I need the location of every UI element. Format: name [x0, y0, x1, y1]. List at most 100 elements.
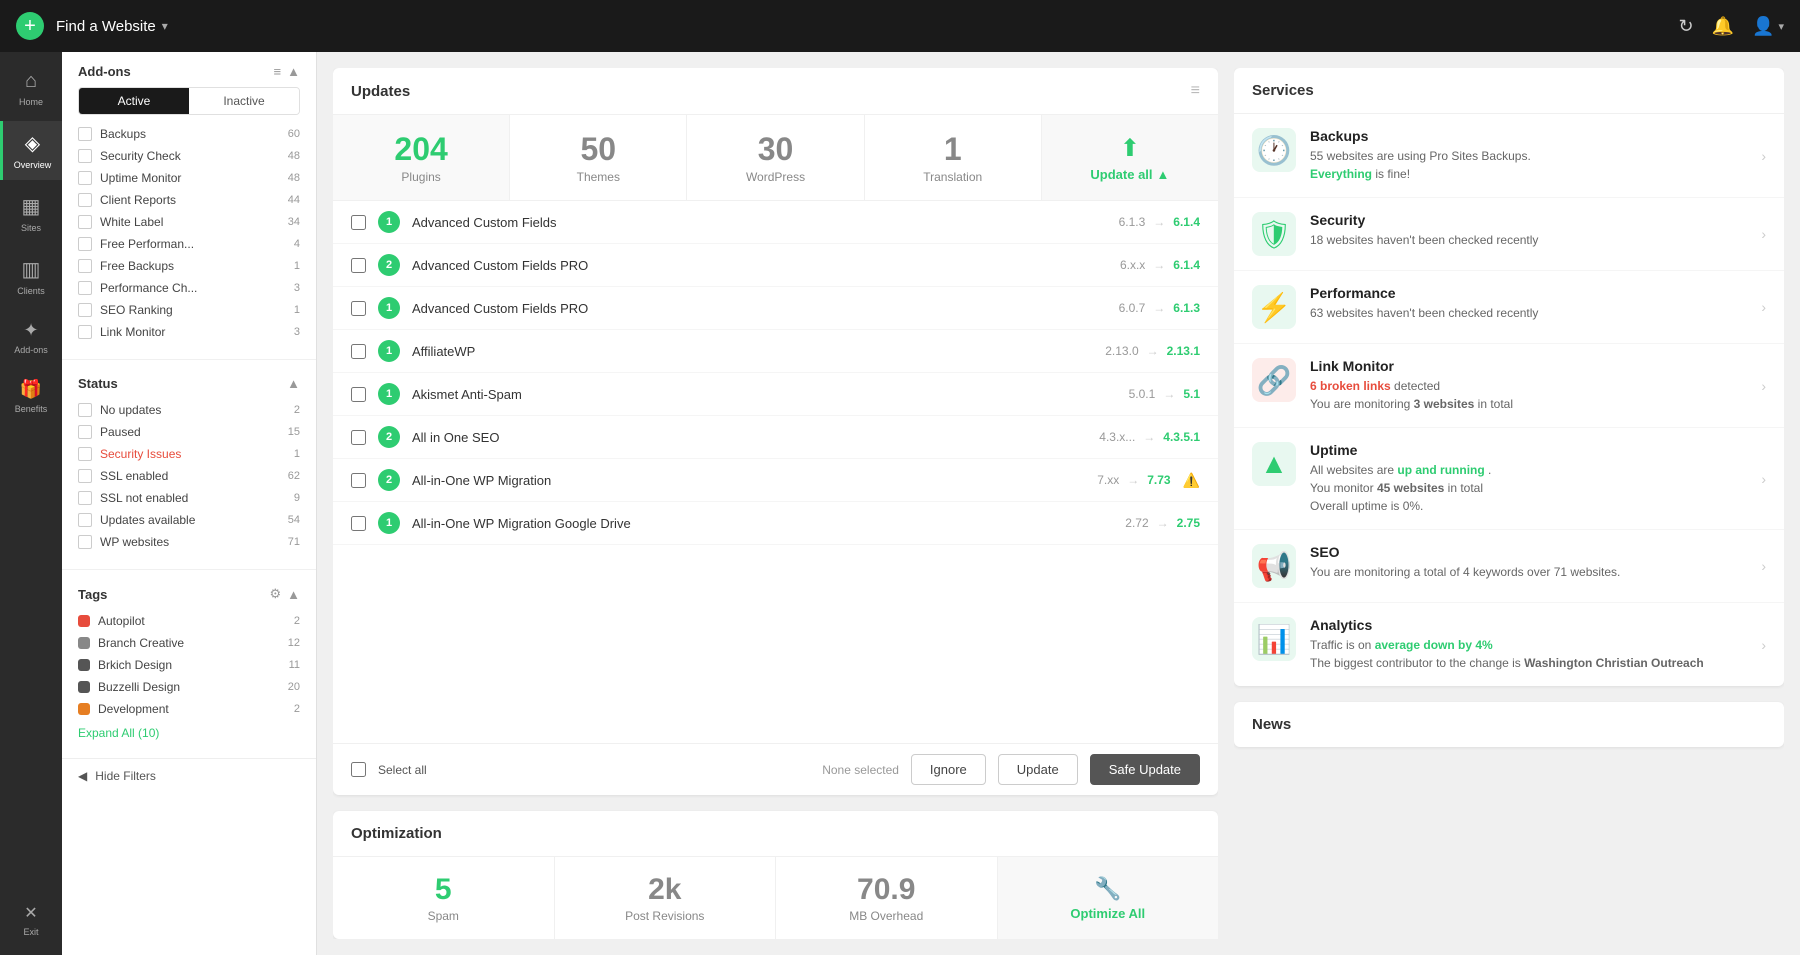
- tab-inactive[interactable]: Inactive: [189, 88, 299, 114]
- filter-status-row[interactable]: SSL enabled 62: [78, 465, 300, 487]
- status-checkbox[interactable]: [78, 403, 92, 417]
- addon-checkbox[interactable]: [78, 259, 92, 273]
- update-checkbox[interactable]: [351, 516, 366, 531]
- stat-translation[interactable]: 1 Translation: [865, 115, 1042, 200]
- refresh-icon[interactable]: ↻: [1679, 16, 1694, 37]
- status-checkbox[interactable]: [78, 535, 92, 549]
- filter-addon-row[interactable]: Client Reports 44: [78, 189, 300, 211]
- filter-status-row[interactable]: Paused 15: [78, 421, 300, 443]
- service-row-link-monitor[interactable]: 🔗 Link Monitor 6 broken links detectedYo…: [1234, 344, 1784, 428]
- tag-settings-icon: ⚙: [269, 586, 281, 602]
- ignore-button[interactable]: Ignore: [911, 754, 986, 785]
- filter-status-row[interactable]: WP websites 71: [78, 531, 300, 553]
- addon-checkbox[interactable]: [78, 171, 92, 185]
- status-checkbox[interactable]: [78, 513, 92, 527]
- filter-tag-row[interactable]: Development 2: [78, 698, 300, 720]
- service-row-backups[interactable]: 🕐 Backups 55 websites are using Pro Site…: [1234, 114, 1784, 198]
- update-checkbox[interactable]: [351, 430, 366, 445]
- filter-tag-row[interactable]: Brkich Design 11: [78, 654, 300, 676]
- website-selector[interactable]: Find a Website ▾: [56, 18, 168, 35]
- service-row-seo[interactable]: 📢 SEO You are monitoring a total of 4 ke…: [1234, 530, 1784, 603]
- update-checkbox[interactable]: [351, 301, 366, 316]
- update-row[interactable]: 2 All-in-One WP Migration 7.xx → 7.73 ⚠️: [333, 459, 1218, 502]
- select-all-checkbox[interactable]: [351, 762, 366, 777]
- addon-checkbox[interactable]: [78, 215, 92, 229]
- stat-update-all[interactable]: ⬆ Update all ▲: [1042, 115, 1218, 200]
- status-checkbox[interactable]: [78, 447, 92, 461]
- addon-checkbox[interactable]: [78, 193, 92, 207]
- update-button[interactable]: Update: [998, 754, 1078, 785]
- filter-tag-row[interactable]: Buzzelli Design 20: [78, 676, 300, 698]
- user-icon[interactable]: 👤 ▾: [1752, 16, 1784, 37]
- addon-checkbox[interactable]: [78, 149, 92, 163]
- filter-addon-row[interactable]: White Label 34: [78, 211, 300, 233]
- status-checkbox[interactable]: [78, 491, 92, 505]
- select-all-label[interactable]: Select all: [378, 763, 810, 777]
- service-row-performance[interactable]: ⚡ Performance 63 websites haven't been c…: [1234, 271, 1784, 344]
- stat-plugins[interactable]: 204 Plugins: [333, 115, 510, 200]
- update-checkbox[interactable]: [351, 473, 366, 488]
- update-row[interactable]: 1 Advanced Custom Fields 6.1.3 → 6.1.4: [333, 201, 1218, 244]
- updates-menu-icon[interactable]: ≡: [1191, 82, 1200, 100]
- filter-status-row[interactable]: SSL not enabled 9: [78, 487, 300, 509]
- filter-status-row[interactable]: No updates 2: [78, 399, 300, 421]
- update-checkbox[interactable]: [351, 387, 366, 402]
- stat-themes[interactable]: 50 Themes: [510, 115, 687, 200]
- filter-addon-row[interactable]: Link Monitor 3: [78, 321, 300, 343]
- status-label: No updates: [100, 403, 161, 417]
- filter-addon-row[interactable]: Uptime Monitor 48: [78, 167, 300, 189]
- service-row-security[interactable]: 🛡 Security 18 websites haven't been chec…: [1234, 198, 1784, 271]
- filter-addon-row[interactable]: Performance Ch... 3: [78, 277, 300, 299]
- opt-stat-spam[interactable]: 5 Spam: [333, 857, 555, 939]
- sidebar-item-benefits[interactable]: 🎁 Benefits: [0, 369, 62, 424]
- sidebar-item-home[interactable]: ⌂ Home: [0, 60, 62, 117]
- stat-wordpress[interactable]: 30 WordPress: [687, 115, 864, 200]
- bell-icon[interactable]: 🔔: [1712, 16, 1734, 37]
- filter-status-row[interactable]: Updates available 54: [78, 509, 300, 531]
- status-toggle[interactable]: ▲: [287, 376, 300, 391]
- tags-toggle[interactable]: ⚙ ▲: [269, 586, 300, 602]
- status-checkbox[interactable]: [78, 425, 92, 439]
- status-checkbox[interactable]: [78, 469, 92, 483]
- service-row-analytics[interactable]: 📊 Analytics Traffic is on average down b…: [1234, 603, 1784, 686]
- opt-stat-overhead[interactable]: 70.9 MB Overhead: [776, 857, 998, 939]
- update-row[interactable]: 2 Advanced Custom Fields PRO 6.x.x → 6.1…: [333, 244, 1218, 287]
- filter-addon-row[interactable]: Security Check 48: [78, 145, 300, 167]
- sidebar-item-exit[interactable]: ✕ Exit: [0, 893, 62, 947]
- hide-filters-button[interactable]: ◀ Hide Filters: [62, 758, 316, 793]
- website-selector-chevron: ▾: [162, 19, 168, 33]
- update-row[interactable]: 2 All in One SEO 4.3.x... → 4.3.5.1: [333, 416, 1218, 459]
- add-button[interactable]: +: [16, 12, 44, 40]
- sidebar-item-sites[interactable]: ▦ Sites: [0, 184, 62, 243]
- update-checkbox[interactable]: [351, 258, 366, 273]
- update-row[interactable]: 1 AffiliateWP 2.13.0 → 2.13.1: [333, 330, 1218, 373]
- addon-checkbox[interactable]: [78, 325, 92, 339]
- addon-checkbox[interactable]: [78, 237, 92, 251]
- filter-tag-row[interactable]: Branch Creative 12: [78, 632, 300, 654]
- update-row[interactable]: 1 Advanced Custom Fields PRO 6.0.7 → 6.1…: [333, 287, 1218, 330]
- sidebar-item-addons[interactable]: ✦ Add-ons: [0, 310, 62, 365]
- sidebar-item-clients[interactable]: ▥ Clients: [0, 247, 62, 306]
- update-checkbox[interactable]: [351, 344, 366, 359]
- addons-toggle[interactable]: ≡ ▲: [274, 64, 300, 79]
- update-checkbox[interactable]: [351, 215, 366, 230]
- update-row[interactable]: 1 Akismet Anti-Spam 5.0.1 → 5.1: [333, 373, 1218, 416]
- addon-checkbox[interactable]: [78, 281, 92, 295]
- tab-active[interactable]: Active: [79, 88, 189, 114]
- expand-all-tags[interactable]: Expand All (10): [78, 720, 300, 746]
- filter-addon-row[interactable]: Backups 60: [78, 123, 300, 145]
- filter-addon-row[interactable]: Free Performan... 4: [78, 233, 300, 255]
- safe-update-button[interactable]: Safe Update: [1090, 754, 1200, 785]
- service-row-uptime[interactable]: ▲ Uptime All websites are up and running…: [1234, 428, 1784, 530]
- filter-addon-row[interactable]: Free Backups 1: [78, 255, 300, 277]
- filter-addon-row[interactable]: SEO Ranking 1: [78, 299, 300, 321]
- addon-checkbox[interactable]: [78, 127, 92, 141]
- opt-stat-revisions[interactable]: 2k Post Revisions: [555, 857, 777, 939]
- filter-status-row[interactable]: Security Issues 1: [78, 443, 300, 465]
- service-icon-uptime: ▲: [1252, 442, 1296, 486]
- addon-checkbox[interactable]: [78, 303, 92, 317]
- update-row[interactable]: 1 All-in-One WP Migration Google Drive 2…: [333, 502, 1218, 545]
- filter-tag-row[interactable]: Autopilot 2: [78, 610, 300, 632]
- opt-stat-optimize[interactable]: 🔧 Optimize All: [998, 857, 1219, 939]
- sidebar-item-overview[interactable]: ◈ Overview: [0, 121, 62, 180]
